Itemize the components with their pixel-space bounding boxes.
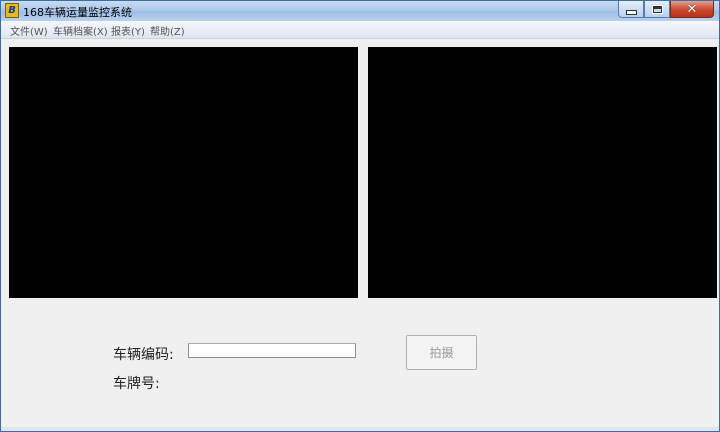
menu-help[interactable]: 帮助(Z) — [150, 23, 185, 38]
capture-button[interactable]: 拍摄 — [406, 335, 477, 370]
plate-number-label: 车牌号: — [113, 376, 160, 392]
maximize-icon — [651, 4, 663, 14]
menu-vehicle-records[interactable]: 车辆档案(X) — [53, 23, 108, 38]
video-panel-left — [9, 47, 358, 298]
main-window: B 168车辆运量监控系统 ✕ 文件(W) 车辆档案(X) 报表(Y) 帮助(Z… — [0, 0, 720, 432]
vehicle-code-label: 车辆编码: — [113, 347, 174, 363]
window-controls: ✕ — [618, 1, 714, 19]
app-logo-icon: B — [5, 3, 19, 18]
window-title: 168车辆运量监控系统 — [23, 6, 132, 19]
video-panel-right — [368, 47, 717, 298]
maximize-button[interactable] — [644, 1, 670, 18]
close-icon: ✕ — [686, 1, 698, 17]
minimize-icon — [625, 9, 637, 15]
title-bar[interactable]: B 168车辆运量监控系统 ✕ — [1, 1, 719, 21]
menu-reports[interactable]: 报表(Y) — [111, 23, 145, 38]
minimize-button[interactable] — [618, 1, 644, 18]
menu-bar: 文件(W) 车辆档案(X) 报表(Y) 帮助(Z) — [1, 21, 719, 39]
vehicle-code-input[interactable] — [188, 343, 356, 358]
menu-file[interactable]: 文件(W) — [10, 23, 48, 38]
close-button[interactable]: ✕ — [670, 1, 714, 18]
status-strip — [1, 427, 719, 431]
